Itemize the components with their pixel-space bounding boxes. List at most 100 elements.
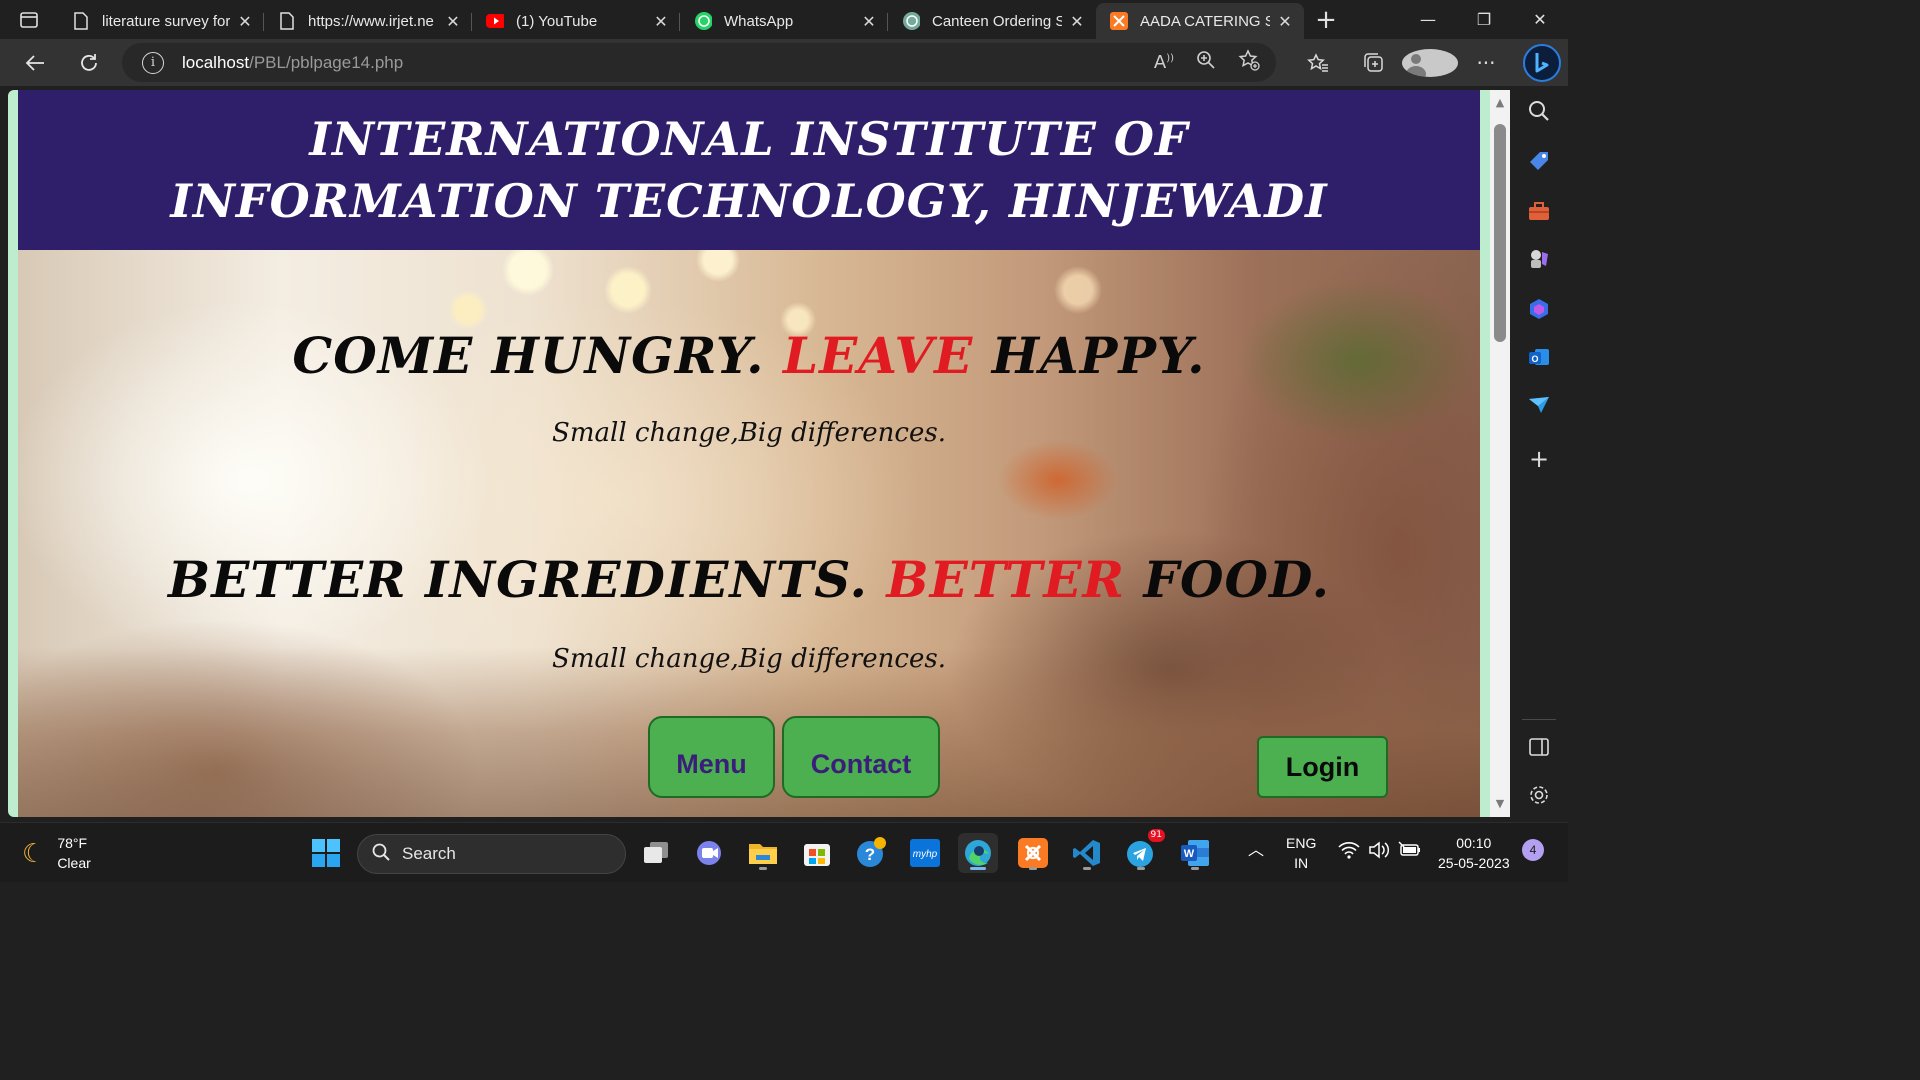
site-info-icon[interactable]: i: [142, 51, 164, 74]
web-page: INTERNATIONAL INSTITUTE OF INFORMATION T…: [18, 90, 1480, 817]
tagline-highlight: LEAVE: [782, 326, 974, 385]
vscode-icon[interactable]: [1067, 833, 1107, 873]
profile-button[interactable]: [1402, 48, 1458, 77]
show-hidden-icons-chevron-icon[interactable]: ︿: [1248, 841, 1264, 861]
close-icon[interactable]: ✕: [1276, 12, 1294, 31]
chatgpt-icon: [902, 12, 920, 30]
svg-text:?: ?: [865, 845, 875, 864]
sidebar-games-icon[interactable]: [1524, 244, 1554, 274]
bing-copilot-button[interactable]: [1514, 43, 1570, 83]
tagline-come-hungry: COME HUNGRY. LEAVE HAPPY.: [292, 326, 1206, 385]
tab-actions-icon: [20, 11, 38, 28]
bing-icon: [1523, 43, 1561, 82]
back-button[interactable]: [8, 54, 62, 72]
read-aloud-icon[interactable]: A)): [1154, 52, 1174, 73]
svg-text:O: O: [1531, 354, 1538, 364]
task-view-icon[interactable]: [636, 833, 676, 873]
site-title: INTERNATIONAL INSTITUTE OF INFORMATION T…: [170, 112, 1328, 228]
collections-icon: [1364, 52, 1383, 72]
hero-banner: COME HUNGRY. LEAVE HAPPY. Small change,B…: [18, 250, 1480, 817]
close-icon[interactable]: ✕: [236, 12, 254, 31]
new-tab-button[interactable]: +: [1304, 5, 1348, 35]
login-button[interactable]: Login: [1257, 736, 1388, 798]
windows-logo-icon: [312, 839, 340, 867]
volume-icon[interactable]: [1368, 841, 1390, 864]
notification-badge[interactable]: 4: [1522, 839, 1544, 861]
word-icon[interactable]: W: [1175, 833, 1215, 873]
tab-aada-catering[interactable]: AADA CATERING SE ✕: [1096, 3, 1304, 39]
subtitle-small-change: Small change,Big differences.: [552, 644, 946, 674]
svg-text:myhp: myhp: [913, 849, 938, 860]
close-icon[interactable]: ✕: [860, 12, 878, 31]
windows-taskbar: ☾ 78°F Clear Search ? myhp 91 W ︿ ENG IN…: [0, 822, 1568, 882]
youtube-icon: [486, 12, 504, 30]
restore-button[interactable]: ❐: [1456, 0, 1512, 39]
teams-chat-icon[interactable]: [689, 833, 729, 873]
get-help-icon[interactable]: ?: [851, 833, 891, 873]
collections-button[interactable]: [1346, 52, 1402, 74]
browser-viewport: INTERNATIONAL INSTITUTE OF INFORMATION T…: [8, 90, 1509, 817]
tab-actions-button[interactable]: [0, 0, 58, 39]
menu-button[interactable]: Menu: [648, 716, 775, 798]
telegram-icon[interactable]: 91: [1121, 829, 1165, 873]
page-scrollbar[interactable]: ▲ ▼: [1490, 90, 1510, 817]
sidebar-search-icon[interactable]: [1524, 96, 1554, 126]
xampp-icon[interactable]: [1013, 833, 1053, 873]
edge-browser-icon[interactable]: [958, 833, 998, 873]
battery-icon[interactable]: [1398, 841, 1422, 864]
weather-condition: Clear: [57, 855, 91, 871]
tab-strip: literature survey for ✕ https://www.irje…: [0, 0, 1568, 39]
contact-button[interactable]: Contact: [782, 716, 940, 798]
minimize-button[interactable]: —: [1400, 0, 1456, 39]
microsoft-store-icon[interactable]: [797, 833, 837, 873]
sidebar-outlook-icon[interactable]: O: [1524, 342, 1554, 372]
tagline-highlight: BETTER: [886, 550, 1126, 609]
weather-widget[interactable]: ☾ 78°F Clear: [22, 833, 91, 873]
add-favorite-icon[interactable]: [1238, 49, 1260, 76]
back-arrow-icon: [25, 54, 44, 71]
system-clock[interactable]: 00:10 25-05-2023: [1438, 833, 1510, 873]
sidebar-office-icon[interactable]: [1524, 294, 1554, 324]
subtitle-small-change: Small change,Big differences.: [552, 418, 946, 448]
search-icon: [372, 843, 390, 866]
sidebar-send-icon[interactable]: [1524, 390, 1554, 420]
tab-whatsapp[interactable]: WhatsApp ✕: [680, 5, 888, 37]
tab-irjet[interactable]: https://www.irjet.ne ✕: [264, 5, 472, 37]
scroll-up-arrow-icon[interactable]: ▲: [1494, 97, 1506, 108]
favorites-icon: [1307, 52, 1328, 72]
clock-date: 25-05-2023: [1438, 855, 1510, 871]
scrollbar-thumb[interactable]: [1494, 124, 1506, 342]
myhp-icon[interactable]: myhp: [905, 833, 945, 873]
taskbar-search[interactable]: Search: [357, 834, 626, 874]
tab-youtube[interactable]: (1) YouTube ✕: [472, 5, 680, 37]
file-explorer-icon[interactable]: [743, 833, 783, 873]
close-icon[interactable]: ✕: [444, 12, 462, 31]
more-options-button[interactable]: ···: [1458, 51, 1514, 75]
svg-text:W: W: [1184, 848, 1195, 860]
sidebar-shopping-icon[interactable]: [1524, 146, 1554, 176]
refresh-button[interactable]: [62, 52, 116, 74]
close-window-button[interactable]: ✕: [1512, 0, 1568, 39]
sidebar-add-icon[interactable]: +: [1524, 444, 1554, 474]
address-bar[interactable]: i localhost/PBL/pblpage14.php A)): [122, 43, 1276, 82]
sidebar-tools-icon[interactable]: [1524, 196, 1554, 226]
tab-title: AADA CATERING SE: [1140, 12, 1270, 30]
favorites-button[interactable]: [1290, 52, 1346, 73]
close-icon[interactable]: ✕: [652, 12, 670, 31]
url-text[interactable]: localhost/PBL/pblpage14.php: [182, 53, 403, 73]
sidebar-settings-icon[interactable]: [1524, 780, 1554, 810]
document-icon: [72, 12, 90, 30]
whatsapp-icon: [694, 12, 712, 30]
language-indicator[interactable]: ENG IN: [1286, 833, 1316, 873]
tab-literature-survey[interactable]: literature survey for ✕: [58, 5, 264, 37]
start-button[interactable]: [306, 833, 346, 873]
clock-time: 00:10: [1456, 835, 1492, 851]
refresh-icon: [81, 53, 97, 71]
tab-canteen-ordering[interactable]: Canteen Ordering S ✕: [888, 5, 1096, 37]
wifi-icon[interactable]: [1338, 841, 1360, 864]
sidebar-hide-icon[interactable]: [1524, 732, 1554, 762]
close-icon[interactable]: ✕: [1068, 12, 1086, 31]
zoom-icon[interactable]: [1196, 50, 1216, 75]
tab-title: https://www.irjet.ne: [308, 12, 434, 30]
scroll-down-arrow-icon[interactable]: ▼: [1494, 798, 1506, 809]
